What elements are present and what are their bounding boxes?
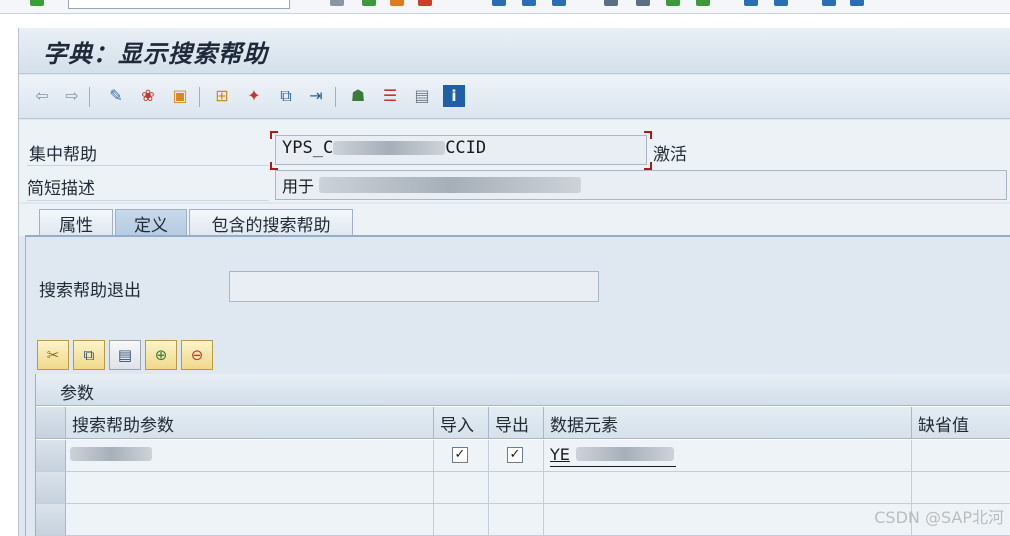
import-cell: ✓	[434, 440, 489, 472]
system-toolbar	[0, 0, 1010, 14]
navigate-icon[interactable]: ⇥	[305, 85, 327, 107]
table-row	[36, 504, 1010, 536]
copy-icon[interactable]: ⧉	[73, 340, 105, 370]
row-selector[interactable]	[36, 504, 66, 536]
insert-row-icon[interactable]: ⊕	[145, 340, 177, 370]
data-element-cell[interactable]	[544, 472, 912, 504]
short-description-label: 简短描述	[27, 179, 95, 199]
row-selector[interactable]	[36, 472, 66, 504]
find-icon[interactable]	[522, 0, 536, 6]
delete-row-icon[interactable]: ⊖	[181, 340, 213, 370]
focus-bracket	[270, 162, 278, 170]
layout-menu-icon[interactable]	[850, 0, 864, 6]
next-page-icon[interactable]	[666, 0, 680, 6]
column-header-default[interactable]: 缺省值	[912, 407, 1010, 439]
application-toolbar: ⇦ ⇨ ✎ ❀ ▣ ⊞ ✦ ⧉ ⇥ ☗ ☰ ▤ i	[19, 75, 1010, 119]
focus-bracket	[270, 131, 278, 139]
column-header-data-element[interactable]: 数据元素	[544, 407, 912, 439]
documentation-icon[interactable]: ▤	[411, 85, 433, 107]
import-checkbox[interactable]: ✓	[452, 447, 468, 463]
export-checkbox[interactable]: ✓	[507, 447, 523, 463]
title-bar: 字典：显示搜索帮助	[19, 28, 1010, 74]
search-help-exit-label: 搜索帮助退出	[39, 281, 141, 301]
cut-icon[interactable]: ✂	[37, 340, 69, 370]
select-all-column[interactable]	[36, 407, 66, 439]
export-cell[interactable]	[489, 504, 544, 536]
find-next-icon[interactable]	[552, 0, 566, 6]
import-cell[interactable]	[434, 504, 489, 536]
save-icon[interactable]	[330, 0, 344, 6]
table-row	[36, 472, 1010, 504]
other-object-icon[interactable]: ❀	[137, 85, 159, 107]
search-help-exit-field[interactable]	[229, 271, 599, 302]
back-icon[interactable]: ⇦	[31, 85, 53, 107]
search-help-label: 集中帮助	[29, 145, 97, 165]
table-title: 参数	[60, 384, 94, 404]
new-session-icon[interactable]	[744, 0, 758, 6]
activate-icon[interactable]: ▣	[169, 85, 191, 107]
export-cell: ✓	[489, 440, 544, 472]
toolbar-separator	[199, 87, 200, 107]
search-help-name-field[interactable]: YPS_C CCID	[275, 135, 647, 165]
tab-definition[interactable]: 定义	[115, 209, 187, 237]
tab-included-search-helps[interactable]: 包含的搜索帮助	[189, 209, 353, 237]
activation-status: 激活	[653, 145, 687, 165]
redacted-text	[576, 447, 674, 461]
parameter-table: 参数 搜索帮助参数 导入 导出 数据元素 缺省值 ✓ ✓ YE	[35, 374, 1010, 536]
focus-bracket	[644, 162, 652, 170]
toolbar-separator	[89, 87, 90, 107]
data-element-cell[interactable]	[544, 504, 912, 536]
parameter-cell[interactable]	[66, 472, 434, 504]
link-underline	[550, 466, 676, 467]
header-fields: 集中帮助 YPS_C CCID 激活 简短描述 用于	[19, 120, 1010, 202]
display-change-icon[interactable]: ✎	[105, 85, 127, 107]
first-page-icon[interactable]	[604, 0, 618, 6]
prev-page-icon[interactable]	[636, 0, 650, 6]
back-nav-icon[interactable]	[362, 0, 376, 6]
label-underline	[27, 200, 269, 201]
redacted-text	[70, 447, 152, 461]
parameter-cell[interactable]	[66, 440, 434, 472]
last-page-icon[interactable]	[696, 0, 710, 6]
layout-icon[interactable]: ☰	[379, 85, 401, 107]
table-row: ✓ ✓ YE	[36, 440, 1010, 472]
default-value-cell[interactable]	[912, 472, 1010, 504]
column-header-import[interactable]: 导入	[434, 407, 489, 439]
shortcut-icon[interactable]	[774, 0, 788, 6]
page-title: 字典：显示搜索帮助	[43, 39, 268, 68]
redacted-text	[319, 177, 581, 193]
command-field[interactable]	[68, 0, 290, 9]
export-cell[interactable]	[489, 472, 544, 504]
data-element-link[interactable]: YE	[550, 445, 570, 464]
print-icon[interactable]	[492, 0, 506, 6]
column-header-parameter[interactable]: 搜索帮助参数	[66, 407, 434, 439]
watermark: CSDN @SAP北河	[874, 508, 1004, 527]
parameter-cell[interactable]	[66, 504, 434, 536]
tab-strip: 属性 定义 包含的搜索帮助	[19, 204, 1010, 237]
data-element-cell[interactable]: YE	[544, 440, 912, 472]
test-icon[interactable]: ⧉	[275, 85, 297, 107]
help-icon[interactable]	[822, 0, 836, 6]
default-value-cell[interactable]	[912, 440, 1010, 472]
row-selector[interactable]	[36, 440, 66, 472]
object-list-icon[interactable]: ✦	[243, 85, 265, 107]
where-used-icon[interactable]: ⊞	[211, 85, 233, 107]
tab-attributes[interactable]: 属性	[39, 209, 113, 237]
info-icon[interactable]: i	[443, 85, 465, 107]
exit-icon[interactable]	[390, 0, 404, 6]
toolbar-separator	[335, 87, 336, 107]
paste-icon[interactable]: ▤	[109, 340, 141, 370]
focus-bracket	[644, 131, 652, 139]
table-title-bar: 参数	[36, 374, 1010, 406]
import-cell[interactable]	[434, 472, 489, 504]
forward-icon[interactable]: ⇨	[61, 85, 83, 107]
main-window: 字典：显示搜索帮助 ⇦ ⇨ ✎ ❀ ▣ ⊞ ✦ ⧉ ⇥ ☗ ☰ ▤ i 集中帮助…	[18, 28, 1010, 536]
cancel-icon[interactable]	[418, 0, 432, 6]
label-underline	[27, 165, 269, 166]
column-header-export[interactable]: 导出	[489, 407, 544, 439]
enter-icon[interactable]	[30, 0, 44, 6]
hierarchy-icon[interactable]: ☗	[347, 85, 369, 107]
